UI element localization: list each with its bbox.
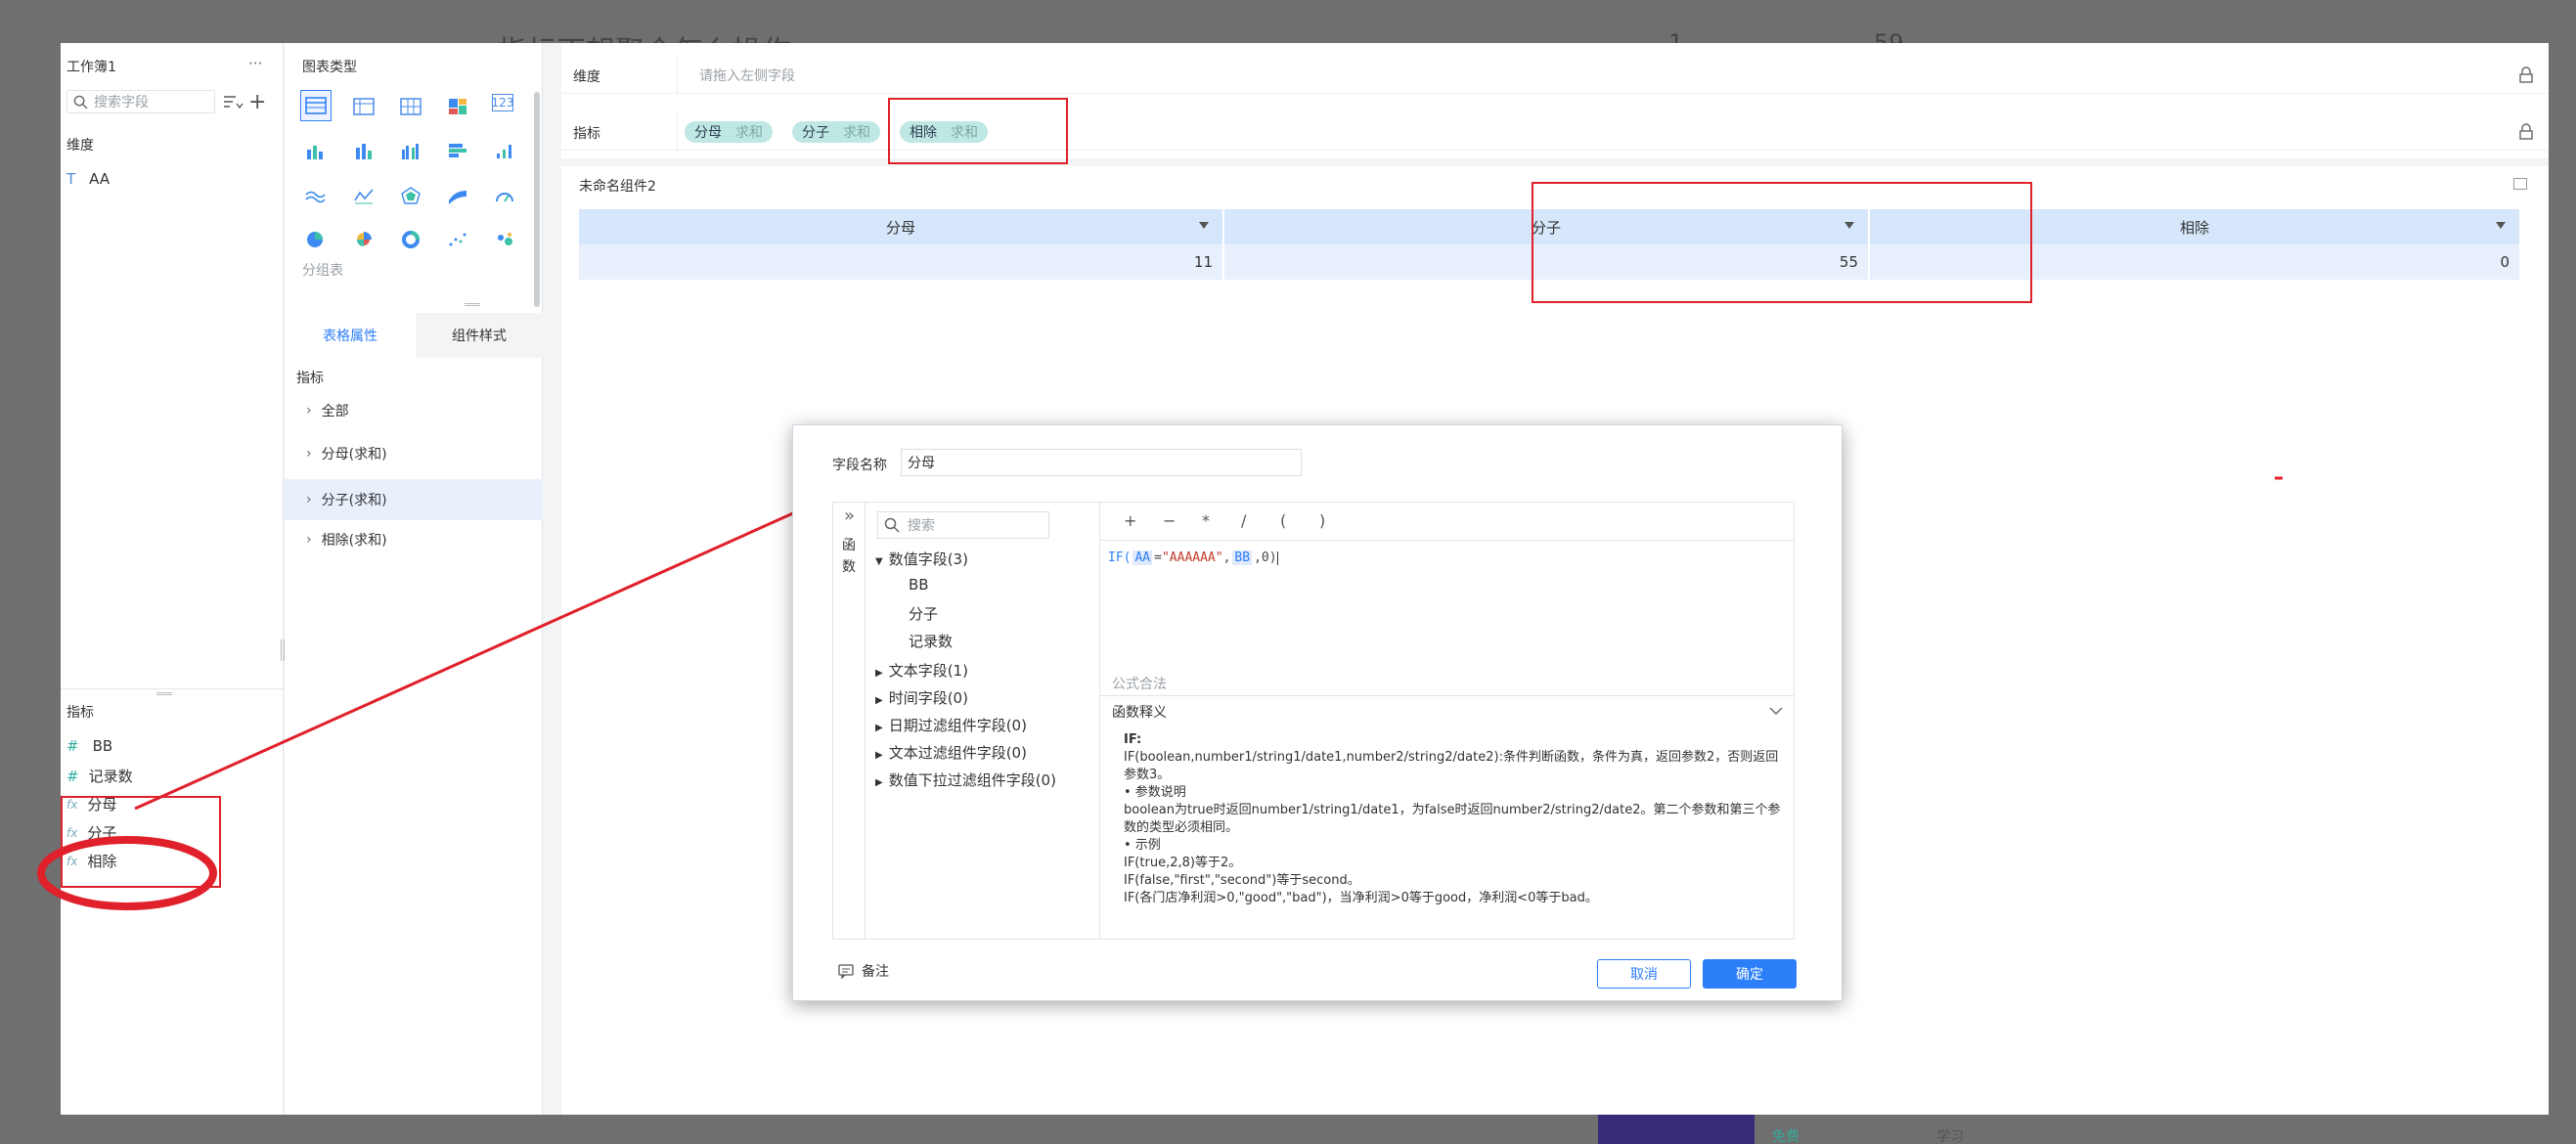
- formula-valid-message: 公式合法: [1112, 677, 1167, 692]
- tree-group-text[interactable]: ▶ 文本字段(1): [875, 660, 968, 681]
- tree-field-numerator[interactable]: 分子: [909, 603, 938, 624]
- formula-editor[interactable]: IF(AA ="AAAAAA", BB ,0): [1100, 541, 1795, 687]
- caret-right-icon: ▶: [875, 750, 883, 761]
- field-tree-panel: 搜索 ▼ 数值字段(3) BB 分子 记录数 ▶ 文本字段(1) ▶ 时间字段(0) …: [866, 502, 1100, 940]
- tree-search-placeholder: 搜索: [908, 518, 935, 534]
- text-cursor: [1276, 550, 1278, 565]
- annotation-arrow-line: [134, 463, 901, 811]
- explanation-body: IF: IF(boolean,number1/string1/date1,num…: [1124, 732, 1781, 905]
- confirm-button[interactable]: 确定: [1703, 959, 1797, 989]
- caret-right-icon: ▶: [875, 723, 883, 733]
- function-tab-label[interactable]: 函数: [842, 535, 856, 578]
- field-name-label: 字段名称: [832, 458, 887, 473]
- remark-button[interactable]: 备注: [838, 961, 889, 981]
- function-explanation-panel: 函数释义 IF: IF(boolean,number1/string1/date…: [1100, 695, 1795, 940]
- tree-group-numeric[interactable]: ▼ 数值字段(3): [875, 549, 968, 569]
- caret-right-icon: ▶: [875, 777, 883, 788]
- formula-function: IF(: [1108, 550, 1132, 565]
- right-paren-button[interactable]: ): [1319, 511, 1358, 530]
- tree-group-text-filter[interactable]: ▶ 文本过滤组件字段(0): [875, 742, 1027, 763]
- divide-operator-button[interactable]: /: [1241, 511, 1280, 530]
- tree-group-number-dropdown-filter[interactable]: ▶ 数值下拉过滤组件字段(0): [875, 770, 1056, 790]
- plus-operator-button[interactable]: +: [1124, 511, 1163, 530]
- comment-icon: [838, 963, 854, 979]
- field-name-input[interactable]: [901, 449, 1302, 476]
- tree-field-record-count[interactable]: 记录数: [909, 631, 953, 651]
- cancel-button[interactable]: 取消: [1597, 959, 1691, 989]
- minus-operator-button[interactable]: −: [1163, 511, 1202, 530]
- tree-group-time[interactable]: ▶ 时间字段(0): [875, 687, 968, 708]
- explanation-title: 函数释义: [1112, 705, 1167, 721]
- formula-field-token: AA: [1133, 550, 1153, 565]
- chevron-down-icon[interactable]: [1769, 706, 1783, 716]
- expand-icon[interactable]: »: [844, 506, 855, 526]
- caret-right-icon: ▶: [875, 695, 883, 706]
- formula-string: "AAAAAA": [1161, 550, 1223, 565]
- left-paren-button[interactable]: (: [1280, 511, 1319, 530]
- tree-field-bb[interactable]: BB: [909, 576, 929, 594]
- tree-group-date-filter[interactable]: ▶ 日期过滤组件字段(0): [875, 715, 1027, 735]
- function-toggle-column[interactable]: » 函数: [832, 502, 866, 940]
- multiply-operator-button[interactable]: *: [1202, 511, 1241, 530]
- operator-toolbar: + − * / ( ): [1100, 502, 1795, 541]
- formula-field-token: BB: [1232, 550, 1253, 565]
- tree-search-input[interactable]: 搜索: [877, 511, 1049, 539]
- caret-right-icon: ▶: [875, 668, 883, 679]
- caret-down-icon: ▼: [875, 556, 883, 567]
- formula-dialog: 字段名称 » 函数 搜索 ▼数值字段(3) BB 分子 记录数 ▶文本字段(1)…: [792, 424, 1843, 1001]
- search-icon: [884, 517, 900, 533]
- annotation-ellipse: [37, 836, 217, 910]
